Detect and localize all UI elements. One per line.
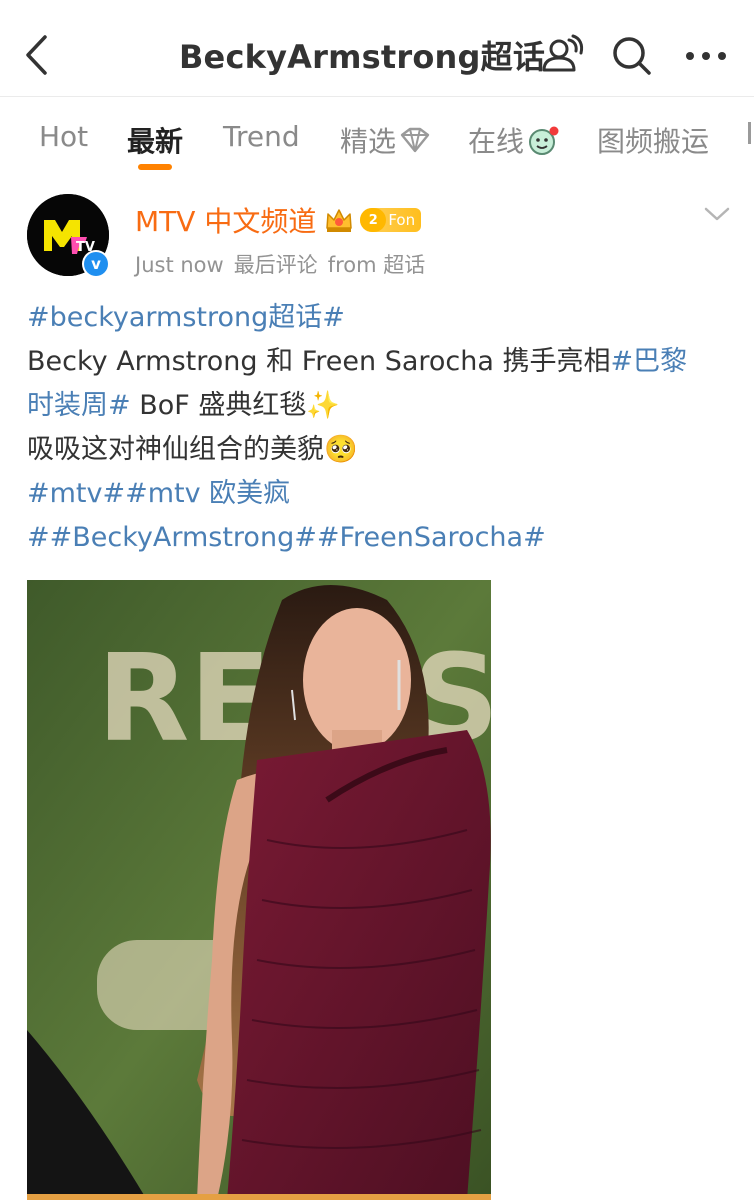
tab-hot[interactable]: Hot	[39, 120, 88, 153]
chevron-down-icon[interactable]	[702, 200, 732, 228]
post-status: 最后评论	[233, 253, 318, 277]
verified-check-icon: v	[84, 252, 108, 276]
post-source[interactable]: from 超话	[328, 253, 426, 277]
hashtag-link[interactable]: ##BeckyArmstrong##FreenSarocha#	[27, 522, 546, 553]
hashtag-link[interactable]: #mtv##mtv 欧美疯	[27, 478, 290, 509]
post-text-line: ##BeckyArmstrong##FreenSarocha#	[27, 516, 727, 560]
tab-featured[interactable]: 精选	[340, 120, 432, 160]
post-text-line: #beckyarmstrong超话#	[27, 296, 727, 340]
header-divider	[0, 96, 754, 97]
post-image[interactable]: RED SEA FF	[27, 580, 491, 1200]
post-text-segment: 🥺	[324, 434, 358, 465]
more-icon	[686, 52, 726, 60]
post-text-segment: 吸吸这对神仙组合的美貌	[27, 434, 324, 465]
hashtag-link[interactable]: 时装周#	[27, 390, 131, 421]
post-text-line: 吸吸这对神仙组合的美貌🥺	[27, 428, 727, 472]
search-button[interactable]	[608, 32, 656, 80]
chat-users-icon	[542, 34, 584, 72]
post-text-segment: BoF 盛典红毯	[130, 390, 307, 421]
author-row: MTV 中文频道 2 Fon	[135, 200, 422, 240]
hashtag-link[interactable]: #巴黎	[611, 346, 688, 377]
crown-icon	[326, 209, 353, 232]
tab-latest[interactable]: 最新	[127, 120, 183, 160]
more-button[interactable]	[682, 32, 730, 80]
post-text-line: Becky Armstrong 和 Freen Sarocha 携手亮相#巴黎	[27, 340, 727, 384]
tab-online[interactable]: 在线	[468, 120, 562, 160]
hashtag-link[interactable]: #beckyarmstrong超话#	[27, 302, 345, 333]
tab-bar: Hot 最新 Trend 精选 在线 图频搬运	[0, 100, 754, 172]
photo-illustration: RED SEA FF	[27, 580, 491, 1200]
search-icon	[613, 37, 651, 75]
active-tab-indicator	[138, 164, 172, 170]
chat-users-button[interactable]	[538, 32, 586, 80]
post-time: Just now	[135, 253, 224, 277]
author-name[interactable]: MTV 中文频道	[135, 200, 316, 240]
post-text-segment: ✨	[306, 390, 340, 421]
post-text-line: #mtv##mtv 欧美疯	[27, 472, 727, 516]
sparkle-badge-icon	[400, 127, 430, 153]
tab-media-repost[interactable]: 图频搬运	[597, 120, 709, 160]
post-meta: Just now 最后评论 from 超话	[135, 249, 435, 279]
tab-trend[interactable]: Trend	[223, 120, 300, 153]
post-text-line: 时装周# BoF 盛典红毯✨	[27, 384, 727, 428]
online-emoji-icon	[529, 126, 559, 155]
post-text-segment: Becky Armstrong 和 Freen Sarocha 携手亮相	[27, 346, 611, 377]
top-bar: BeckyArmstrong超话	[0, 0, 754, 96]
post-text: #beckyarmstrong超话# Becky Armstrong 和 Free…	[27, 296, 727, 560]
fan-level-badge[interactable]: 2 Fon	[360, 208, 422, 232]
tab-overflow-indicator	[748, 122, 754, 144]
fan-label: Fon	[388, 211, 416, 229]
fan-diamond-icon: 2	[360, 208, 387, 232]
verified-badge: v	[82, 250, 110, 278]
